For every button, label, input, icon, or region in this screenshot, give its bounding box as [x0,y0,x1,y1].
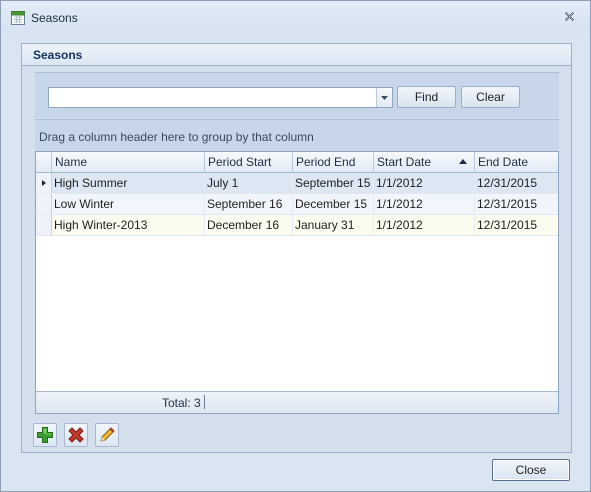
row-indicator [36,194,52,214]
cell-period-start: July 1 [205,173,293,193]
group-title: Seasons [33,48,83,62]
dropdown-button[interactable] [376,88,392,107]
cell-period-end: September 15 [293,173,374,193]
close-button[interactable]: Close [492,459,570,481]
cell-name: High Summer [52,173,205,193]
find-panel: Find Clear [35,72,559,118]
title-bar[interactable]: Seasons [1,1,590,33]
cell-end-date: 12/31/2015 [477,197,538,211]
edit-season-button[interactable] [95,423,119,447]
search-input[interactable] [49,88,376,107]
delete-x-icon [68,427,84,443]
cell-start-date: 1/1/2012 [374,173,475,193]
seasons-window: Seasons Seasons Find Clear Drag a column… [0,0,591,492]
row-indicator [36,215,52,235]
cell-period-end: January 31 [293,215,374,235]
table-row[interactable]: High Winter-2013 December 16 January 31 … [36,215,558,236]
cell-period-start: December 16 [205,215,293,235]
seasons-group-box: Seasons Find Clear Drag a column header … [21,43,572,453]
clear-button[interactable]: Clear [461,86,520,108]
find-button[interactable]: Find [397,86,456,108]
group-by-hint: Drag a column header here to group by th… [39,130,314,144]
table-row[interactable]: High Summer July 1 September 15 1/1/2012… [36,173,558,194]
grid-footer: Total: 3 [36,391,558,413]
cell-period-start: September 16 [205,194,293,214]
row-indicator [36,173,52,193]
group-header: Seasons [22,44,571,66]
sort-ascending-icon [459,159,467,164]
cell-end-date: 12/31/2015 [477,218,538,232]
pencil-icon [100,427,115,442]
column-header-period-end[interactable]: Period End [293,152,374,172]
total-count: Total: 3 [162,396,201,410]
cell-start-date: 1/1/2012 [374,215,475,235]
column-header-name[interactable]: Name [52,152,205,172]
window-close-button[interactable] [563,10,576,23]
plus-icon [37,427,53,443]
table-row[interactable]: Low Winter September 16 December 15 1/1/… [36,194,558,215]
search-combobox[interactable] [48,87,393,108]
column-header-period-start[interactable]: Period Start [205,152,293,172]
delete-season-button[interactable] [64,423,88,447]
column-header-end-date[interactable]: End Date [475,152,558,172]
cell-start-date: 1/1/2012 [374,194,475,214]
cell-end-date: 12/31/2015 [477,176,538,190]
cell-period-end: December 15 [293,194,374,214]
window-title: Seasons [31,11,78,25]
chevron-down-icon [381,95,388,100]
group-by-panel[interactable]: Drag a column header here to group by th… [35,119,559,152]
footer-divider [204,395,205,409]
seasons-grid: Name Period Start Period End Start Date … [35,151,559,414]
grid-header: Name Period Start Period End Start Date … [36,152,558,173]
close-icon [564,11,575,22]
current-row-arrow-icon [42,180,46,186]
calendar-icon [11,10,25,25]
column-header-start-date-label: Start Date [377,155,432,169]
column-header-start-date[interactable]: Start Date [374,152,475,172]
cell-name: Low Winter [52,194,205,214]
cell-name: High Winter-2013 [52,215,205,235]
indicator-header [36,152,52,172]
add-season-button[interactable] [33,423,57,447]
